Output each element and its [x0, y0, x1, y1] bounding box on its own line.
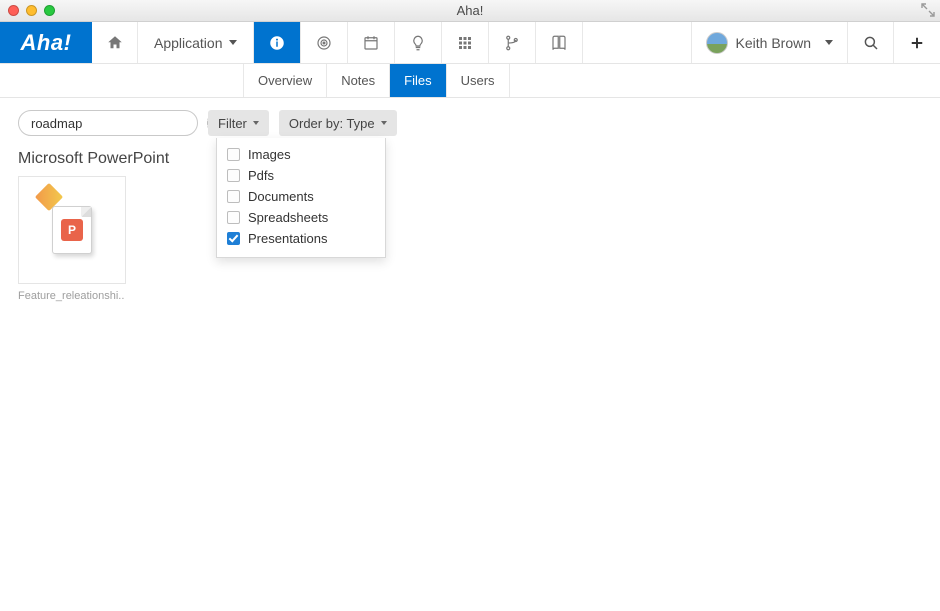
file-thumbnail: P: [18, 176, 126, 284]
nav-info[interactable]: [254, 22, 301, 63]
filter-option-label: Documents: [248, 189, 314, 204]
orderby-button[interactable]: Order by: Type: [279, 110, 397, 136]
toolbar: Filter Order by: Type: [18, 110, 922, 136]
filter-option-pdfs[interactable]: Pdfs: [227, 165, 375, 186]
filter-dropdown: Images Pdfs Documents Spreadsheets Prese…: [216, 138, 386, 258]
chevron-down-icon: [381, 121, 387, 125]
checkbox-icon[interactable]: [227, 211, 240, 224]
filter-button[interactable]: Filter: [208, 110, 269, 136]
brand-logo[interactable]: Aha!: [0, 22, 92, 63]
filter-option-label: Images: [248, 147, 291, 162]
filter-option-label: Presentations: [248, 231, 328, 246]
search-input[interactable]: [31, 116, 207, 131]
chevron-down-icon: [229, 40, 237, 45]
book-icon: [550, 34, 568, 52]
nav-branch[interactable]: [489, 22, 536, 63]
nav-user-name: Keith Brown: [736, 35, 811, 51]
checkbox-icon[interactable]: [227, 169, 240, 182]
close-window-icon[interactable]: [8, 5, 19, 16]
filter-option-spreadsheets[interactable]: Spreadsheets: [227, 207, 375, 228]
chevron-down-icon: [253, 121, 259, 125]
nav-target[interactable]: [301, 22, 348, 63]
checkbox-checked-icon[interactable]: [227, 232, 240, 245]
document-page-icon: P: [52, 206, 92, 254]
powerpoint-badge-icon: P: [61, 219, 83, 241]
window-titlebar: Aha!: [0, 0, 940, 22]
avatar: [706, 32, 728, 54]
search-field-wrap[interactable]: [18, 110, 198, 136]
topnav: Aha! Application Keith Brown: [0, 22, 940, 64]
tab-overview[interactable]: Overview: [243, 64, 327, 97]
filter-option-documents[interactable]: Documents: [227, 186, 375, 207]
file-card[interactable]: P Feature_releationshi..: [18, 176, 126, 302]
filter-option-label: Pdfs: [248, 168, 274, 183]
nav-apps-grid[interactable]: [442, 22, 489, 63]
nav-ideas[interactable]: [395, 22, 442, 63]
branch-icon: [503, 34, 521, 52]
checkbox-icon[interactable]: [227, 148, 240, 161]
nav-user-menu[interactable]: Keith Brown: [691, 22, 848, 63]
info-icon: [268, 34, 286, 52]
checkbox-icon[interactable]: [227, 190, 240, 203]
zoom-window-icon[interactable]: [44, 5, 55, 16]
brand-logo-text: Aha!: [21, 30, 72, 56]
filter-option-label: Spreadsheets: [248, 210, 328, 225]
nav-application-dropdown[interactable]: Application: [138, 22, 254, 63]
plus-icon: [908, 34, 926, 52]
nav-notebook[interactable]: [536, 22, 583, 63]
nav-application-label: Application: [154, 35, 223, 51]
minimize-window-icon[interactable]: [26, 5, 37, 16]
nav-add[interactable]: [894, 22, 940, 63]
home-icon: [106, 34, 124, 52]
nav-home[interactable]: [92, 22, 138, 63]
tab-notes[interactable]: Notes: [327, 64, 390, 97]
nav-search[interactable]: [848, 22, 894, 63]
filter-button-label: Filter: [218, 116, 247, 131]
fullscreen-icon[interactable]: [920, 2, 936, 18]
window-title: Aha!: [0, 3, 940, 18]
subnav: Overview Notes Files Users: [0, 64, 940, 98]
chevron-down-icon: [825, 40, 833, 45]
orderby-button-label: Order by: Type: [289, 116, 375, 131]
nav-spacer: [583, 22, 691, 63]
traffic-lights: [8, 5, 55, 16]
group-title: Microsoft PowerPoint: [18, 150, 922, 168]
lightbulb-icon: [409, 34, 427, 52]
nav-calendar[interactable]: [348, 22, 395, 63]
calendar-icon: [362, 34, 380, 52]
tab-users[interactable]: Users: [447, 64, 510, 97]
search-icon: [862, 34, 880, 52]
grid-icon: [456, 34, 474, 52]
filter-option-images[interactable]: Images: [227, 144, 375, 165]
filter-option-presentations[interactable]: Presentations: [227, 228, 375, 249]
tab-files[interactable]: Files: [390, 64, 446, 97]
target-icon: [315, 34, 333, 52]
content: Filter Order by: Type Images Pdfs Docume…: [0, 98, 940, 314]
file-name: Feature_releationshi..: [18, 290, 126, 302]
